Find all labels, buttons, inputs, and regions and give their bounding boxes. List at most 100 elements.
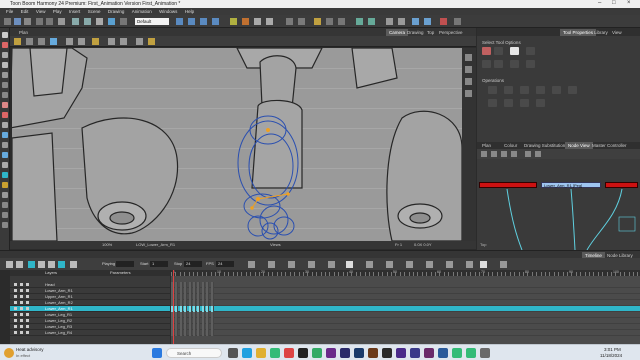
next-frame-icon[interactable] (38, 261, 45, 268)
frame-cell[interactable] (201, 330, 205, 336)
undo-icon[interactable] (36, 18, 43, 25)
select-mode-icon[interactable] (50, 38, 57, 45)
reset-icon[interactable] (298, 18, 305, 25)
rotate-icon[interactable] (188, 18, 195, 25)
magnet-icon[interactable] (510, 47, 519, 55)
workspace-dropdown[interactable]: Default (135, 18, 169, 25)
after-effects-icon[interactable] (326, 348, 336, 358)
flip-h-icon[interactable] (108, 38, 115, 45)
frame-cell[interactable] (184, 330, 188, 336)
easy-flip-icon[interactable] (268, 261, 275, 268)
clock-date[interactable]: 11/18/2024 (600, 353, 622, 358)
lock-drawing-icon[interactable] (14, 38, 21, 45)
harmony-icon-3[interactable] (466, 348, 476, 358)
layout-icon[interactable] (120, 18, 127, 25)
deform-icon[interactable] (326, 18, 333, 25)
app-icon-6[interactable] (424, 348, 434, 358)
menu-animation[interactable]: Animation (132, 9, 152, 14)
frame-cell[interactable] (179, 330, 183, 336)
settings-icon[interactable] (96, 18, 103, 25)
text-tool-icon[interactable] (2, 192, 8, 198)
zoom-tool-icon[interactable] (2, 152, 8, 158)
peg-icon[interactable] (368, 18, 375, 25)
stop-motion-icon[interactable] (366, 261, 373, 268)
file-explorer-icon[interactable] (256, 348, 266, 358)
loop-icon[interactable] (58, 261, 65, 268)
new-scene-icon[interactable] (4, 18, 11, 25)
import-icon[interactable] (72, 18, 79, 25)
ink-tool-icon[interactable] (2, 112, 8, 118)
play-icon[interactable] (28, 261, 35, 268)
timeline-frames[interactable]: 1102030405060708090100 (171, 270, 640, 344)
frame-cell[interactable] (175, 330, 179, 336)
harmony-icon[interactable] (270, 348, 280, 358)
snap-icon[interactable] (254, 18, 261, 25)
line-tool-icon[interactable] (2, 82, 8, 88)
minimize-icon[interactable]: – (598, 0, 601, 6)
frame-cell[interactable] (193, 330, 196, 336)
snap-contour-icon[interactable] (66, 38, 73, 45)
field-guide-icon[interactable] (465, 90, 472, 97)
app-icon-3[interactable] (382, 348, 392, 358)
bone-icon[interactable] (338, 18, 345, 25)
onion-icon[interactable] (248, 261, 255, 268)
tab-plan[interactable]: Plan (16, 29, 31, 36)
fps-field[interactable]: 24 (216, 261, 234, 267)
pose-icon[interactable] (356, 18, 363, 25)
open-icon[interactable] (14, 18, 21, 25)
menu-play[interactable]: Play (53, 9, 62, 14)
timeline-more-icon[interactable] (500, 261, 507, 268)
reposition-tool-icon[interactable] (2, 222, 8, 228)
zoom-level[interactable]: 100% (102, 242, 112, 247)
light-table-icon[interactable] (465, 66, 472, 73)
optimize-icon[interactable] (568, 86, 577, 94)
dropper-tool-icon[interactable] (2, 132, 8, 138)
flip-horizontal-icon[interactable] (488, 86, 497, 94)
playing-field[interactable] (116, 261, 134, 267)
layer-row[interactable]: Lower_Leg_R4 (10, 330, 170, 336)
premiere-icon[interactable] (340, 348, 350, 358)
first-frame-icon[interactable] (6, 261, 13, 268)
frame-ruler[interactable]: 1102030405060708090100 (171, 270, 640, 276)
app-icon-8[interactable] (480, 348, 490, 358)
insert-keyframe-icon[interactable] (308, 261, 315, 268)
set-ease-icon[interactable] (346, 261, 353, 268)
frame-cell[interactable] (197, 330, 201, 336)
weather-icon[interactable] (4, 348, 14, 358)
menu-windows[interactable]: Windows (159, 9, 177, 14)
paint-tool-icon[interactable] (2, 102, 8, 108)
peg-mode-icon[interactable] (26, 38, 33, 45)
close-icon[interactable]: × (627, 0, 631, 6)
grid-icon[interactable] (266, 18, 273, 25)
spline-tool-icon[interactable] (2, 212, 8, 218)
start-icon[interactable] (152, 348, 162, 358)
brush-tool-icon[interactable] (2, 42, 8, 48)
onion-skin-icon[interactable] (242, 18, 249, 25)
eraser-tool-icon[interactable] (2, 62, 8, 68)
frame-cell[interactable] (210, 330, 214, 336)
morph-tool-icon[interactable] (2, 202, 8, 208)
flip-icon[interactable] (286, 18, 293, 25)
pencil-tool-icon[interactable] (2, 52, 8, 58)
select-by-colour-icon[interactable] (482, 60, 491, 68)
camera-view-icon[interactable] (386, 18, 393, 25)
scale-icon[interactable] (200, 18, 207, 25)
task-view-icon[interactable] (228, 348, 238, 358)
lock-icon[interactable] (108, 18, 115, 25)
search-box[interactable]: Search (166, 348, 222, 358)
menu-scene[interactable]: Scene (88, 9, 101, 14)
snap-grid-icon[interactable] (78, 38, 85, 45)
status-field[interactable]: Views (270, 242, 281, 247)
render-icon[interactable] (398, 18, 405, 25)
key-icon[interactable] (230, 18, 237, 25)
scrub-icon[interactable] (288, 261, 295, 268)
frame-cell[interactable] (206, 330, 210, 336)
permanent-selection-icon[interactable] (494, 60, 503, 68)
rotate-90-cw-icon[interactable] (520, 86, 529, 94)
app-icon-5[interactable] (410, 348, 420, 358)
hand-tool-icon[interactable] (2, 142, 8, 148)
show-pegs-icon[interactable] (480, 261, 487, 268)
lasso-icon[interactable] (494, 47, 503, 55)
record-icon[interactable] (440, 18, 447, 25)
select-tool-icon[interactable] (2, 32, 8, 38)
